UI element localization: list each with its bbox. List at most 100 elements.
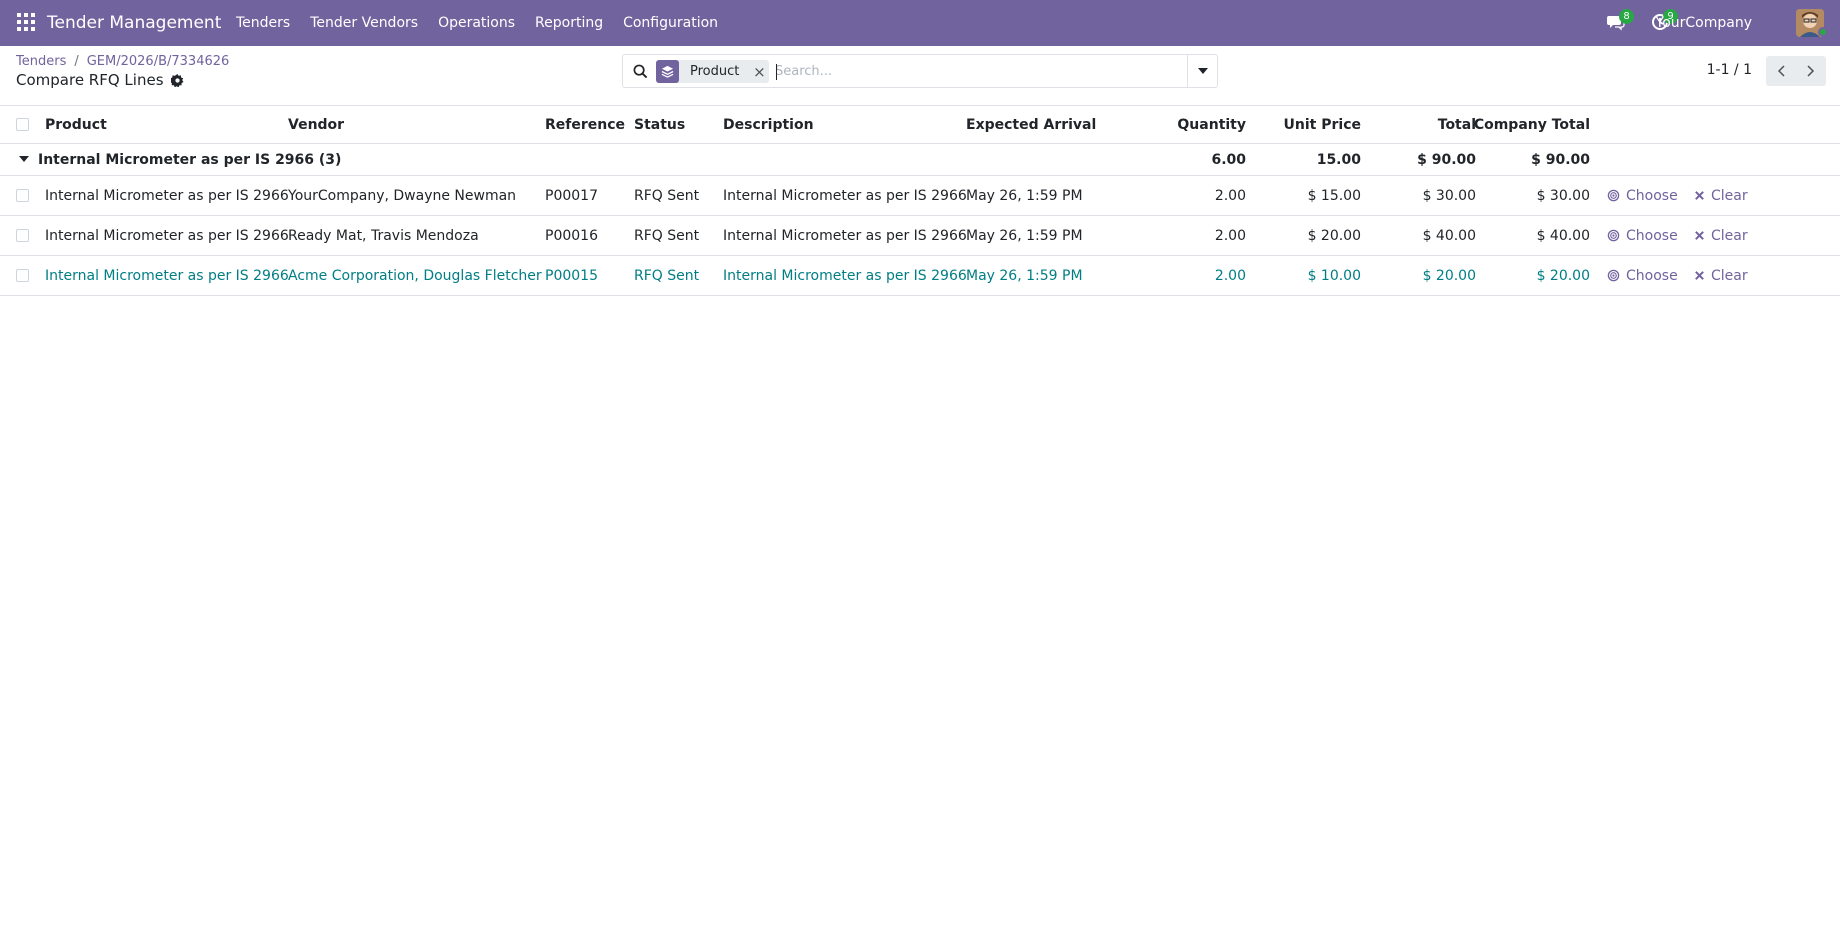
app-title[interactable]: Tender Management [47,0,221,46]
group-unit-price: 15.00 [1316,151,1361,168]
cell-unit-price: $ 10.00 [1307,267,1361,284]
page-title: Compare RFQ Lines [16,71,164,89]
menu-item-tenders[interactable]: Tenders [226,0,300,46]
cell-quantity: 2.00 [1214,227,1246,244]
control-panel: Tenders / GEM/2026/B/7334626 Compare RFQ L… [0,46,1840,106]
menu-item-reporting[interactable]: Reporting [525,0,613,46]
close-icon [1695,191,1704,200]
cell-company-total: $ 20.00 [1536,267,1590,284]
pager-previous-button[interactable] [1766,56,1796,86]
pager-next-button[interactable] [1796,56,1826,86]
cell-company-total: $ 40.00 [1536,227,1590,244]
select-all-checkbox[interactable] [16,117,29,131]
text-cursor [776,64,777,80]
apps-menu-icon[interactable] [17,13,35,31]
clear-button[interactable]: Clear [1694,216,1748,255]
table-row[interactable]: Internal Micrometer as per IS 2966 Ready… [0,216,1840,256]
column-header-description[interactable]: Description [723,106,814,143]
search-icon[interactable] [633,64,648,79]
column-header-unit-price[interactable]: Unit Price [1284,106,1361,143]
breadcrumb-item-tender-record[interactable]: GEM/2026/B/7334626 [87,54,230,69]
chevron-right-icon [1807,65,1815,77]
pager-value[interactable]: 1-1 / 1 [1707,62,1752,78]
cell-unit-price: $ 15.00 [1307,187,1361,204]
clear-button[interactable]: Clear [1694,176,1748,215]
search-options-toggle[interactable] [1187,55,1217,87]
close-icon [1695,271,1704,280]
cell-company-total: $ 30.00 [1536,187,1590,204]
column-header-quantity[interactable]: Quantity [1177,106,1246,143]
column-header-company-total[interactable]: Company Total [1474,106,1590,143]
rfq-lines-table: Product Vendor Reference Status Descript… [0,106,1840,296]
row-checkbox[interactable] [16,188,29,202]
caret-down-icon [1197,68,1208,74]
gear-icon[interactable] [170,73,184,87]
breadcrumb: Tenders / GEM/2026/B/7334626 [16,54,229,69]
cell-status: RFQ Sent [634,187,700,204]
clear-label: Clear [1711,267,1748,284]
top-navbar: Tender Management Tenders Tender Vendors… [0,0,1840,46]
choose-label: Choose [1626,227,1678,244]
menu-item-tender-vendors[interactable]: Tender Vendors [300,0,428,46]
row-checkbox[interactable] [16,228,29,242]
table-row[interactable]: Internal Micrometer as per IS 2966 YourC… [0,176,1840,216]
search-facet-product[interactable]: Product × [656,60,770,83]
cell-reference: P00015 [545,267,598,284]
group-row[interactable]: Internal Micrometer as per IS 2966 (3) 6… [0,144,1840,176]
choose-button[interactable]: Choose [1607,216,1678,255]
cell-expected-arrival: May 26, 1:59 PM [966,187,1083,204]
facet-remove-icon[interactable]: × [749,60,769,83]
group-quantity: 6.00 [1211,151,1246,168]
close-icon [1695,231,1704,240]
main-menu: Tenders Tender Vendors Operations Report… [226,0,728,46]
messages-count-badge: 8 [1619,9,1634,24]
cell-product: Internal Micrometer as per IS 2966 [45,227,289,244]
table-header: Product Vendor Reference Status Descript… [0,106,1840,144]
column-header-status[interactable]: Status [634,106,685,143]
cell-status: RFQ Sent [634,267,700,284]
column-header-reference[interactable]: Reference [545,106,625,143]
cell-unit-price: $ 20.00 [1307,227,1361,244]
cell-vendor: Acme Corporation, Douglas Fletcher [288,267,542,284]
group-company-total: $ 90.00 [1531,151,1590,168]
menu-item-configuration[interactable]: Configuration [613,0,728,46]
online-status-indicator [1818,27,1828,37]
column-header-vendor[interactable]: Vendor [288,106,344,143]
search-bar: Product × [622,54,1218,88]
target-icon [1607,229,1620,242]
clear-button[interactable]: Clear [1694,256,1748,295]
group-total: $ 90.00 [1417,151,1476,168]
chevron-left-icon [1777,65,1785,77]
column-header-total[interactable]: Total [1438,106,1476,143]
cell-quantity: 2.00 [1214,187,1246,204]
cell-reference: P00017 [545,187,598,204]
cell-quantity: 2.00 [1214,267,1246,284]
cell-expected-arrival: May 26, 1:59 PM [966,227,1083,244]
cell-total: $ 20.00 [1422,267,1476,284]
target-icon [1607,269,1620,282]
breadcrumb-separator: / [74,54,79,69]
cell-product: Internal Micrometer as per IS 2966 [45,187,289,204]
group-label: Internal Micrometer as per IS 2966 (3) [38,151,342,168]
cell-status: RFQ Sent [634,227,700,244]
company-switcher[interactable]: YourCompany [1656,0,1753,46]
choose-label: Choose [1626,267,1678,284]
caret-down-icon[interactable] [19,156,29,162]
breadcrumb-item-tenders[interactable]: Tenders [16,54,66,69]
cell-vendor: Ready Mat, Travis Mendoza [288,227,479,244]
search-input[interactable] [775,60,1175,83]
column-header-product[interactable]: Product [45,106,107,143]
messages-icon[interactable]: 8 [1607,9,1634,33]
cell-product: Internal Micrometer as per IS 2966 [45,267,289,284]
choose-button[interactable]: Choose [1607,176,1678,215]
cell-description: Internal Micrometer as per IS 2966 [723,267,967,284]
facet-label: Product [690,64,740,79]
target-icon [1607,189,1620,202]
choose-button[interactable]: Choose [1607,256,1678,295]
row-checkbox[interactable] [16,268,29,282]
cell-description: Internal Micrometer as per IS 2966 [723,227,967,244]
column-header-expected-arrival[interactable]: Expected Arrival [966,106,1096,143]
table-row[interactable]: Internal Micrometer as per IS 2966 Acme … [0,256,1840,296]
menu-item-operations[interactable]: Operations [428,0,525,46]
group-by-layers-icon [656,60,679,83]
